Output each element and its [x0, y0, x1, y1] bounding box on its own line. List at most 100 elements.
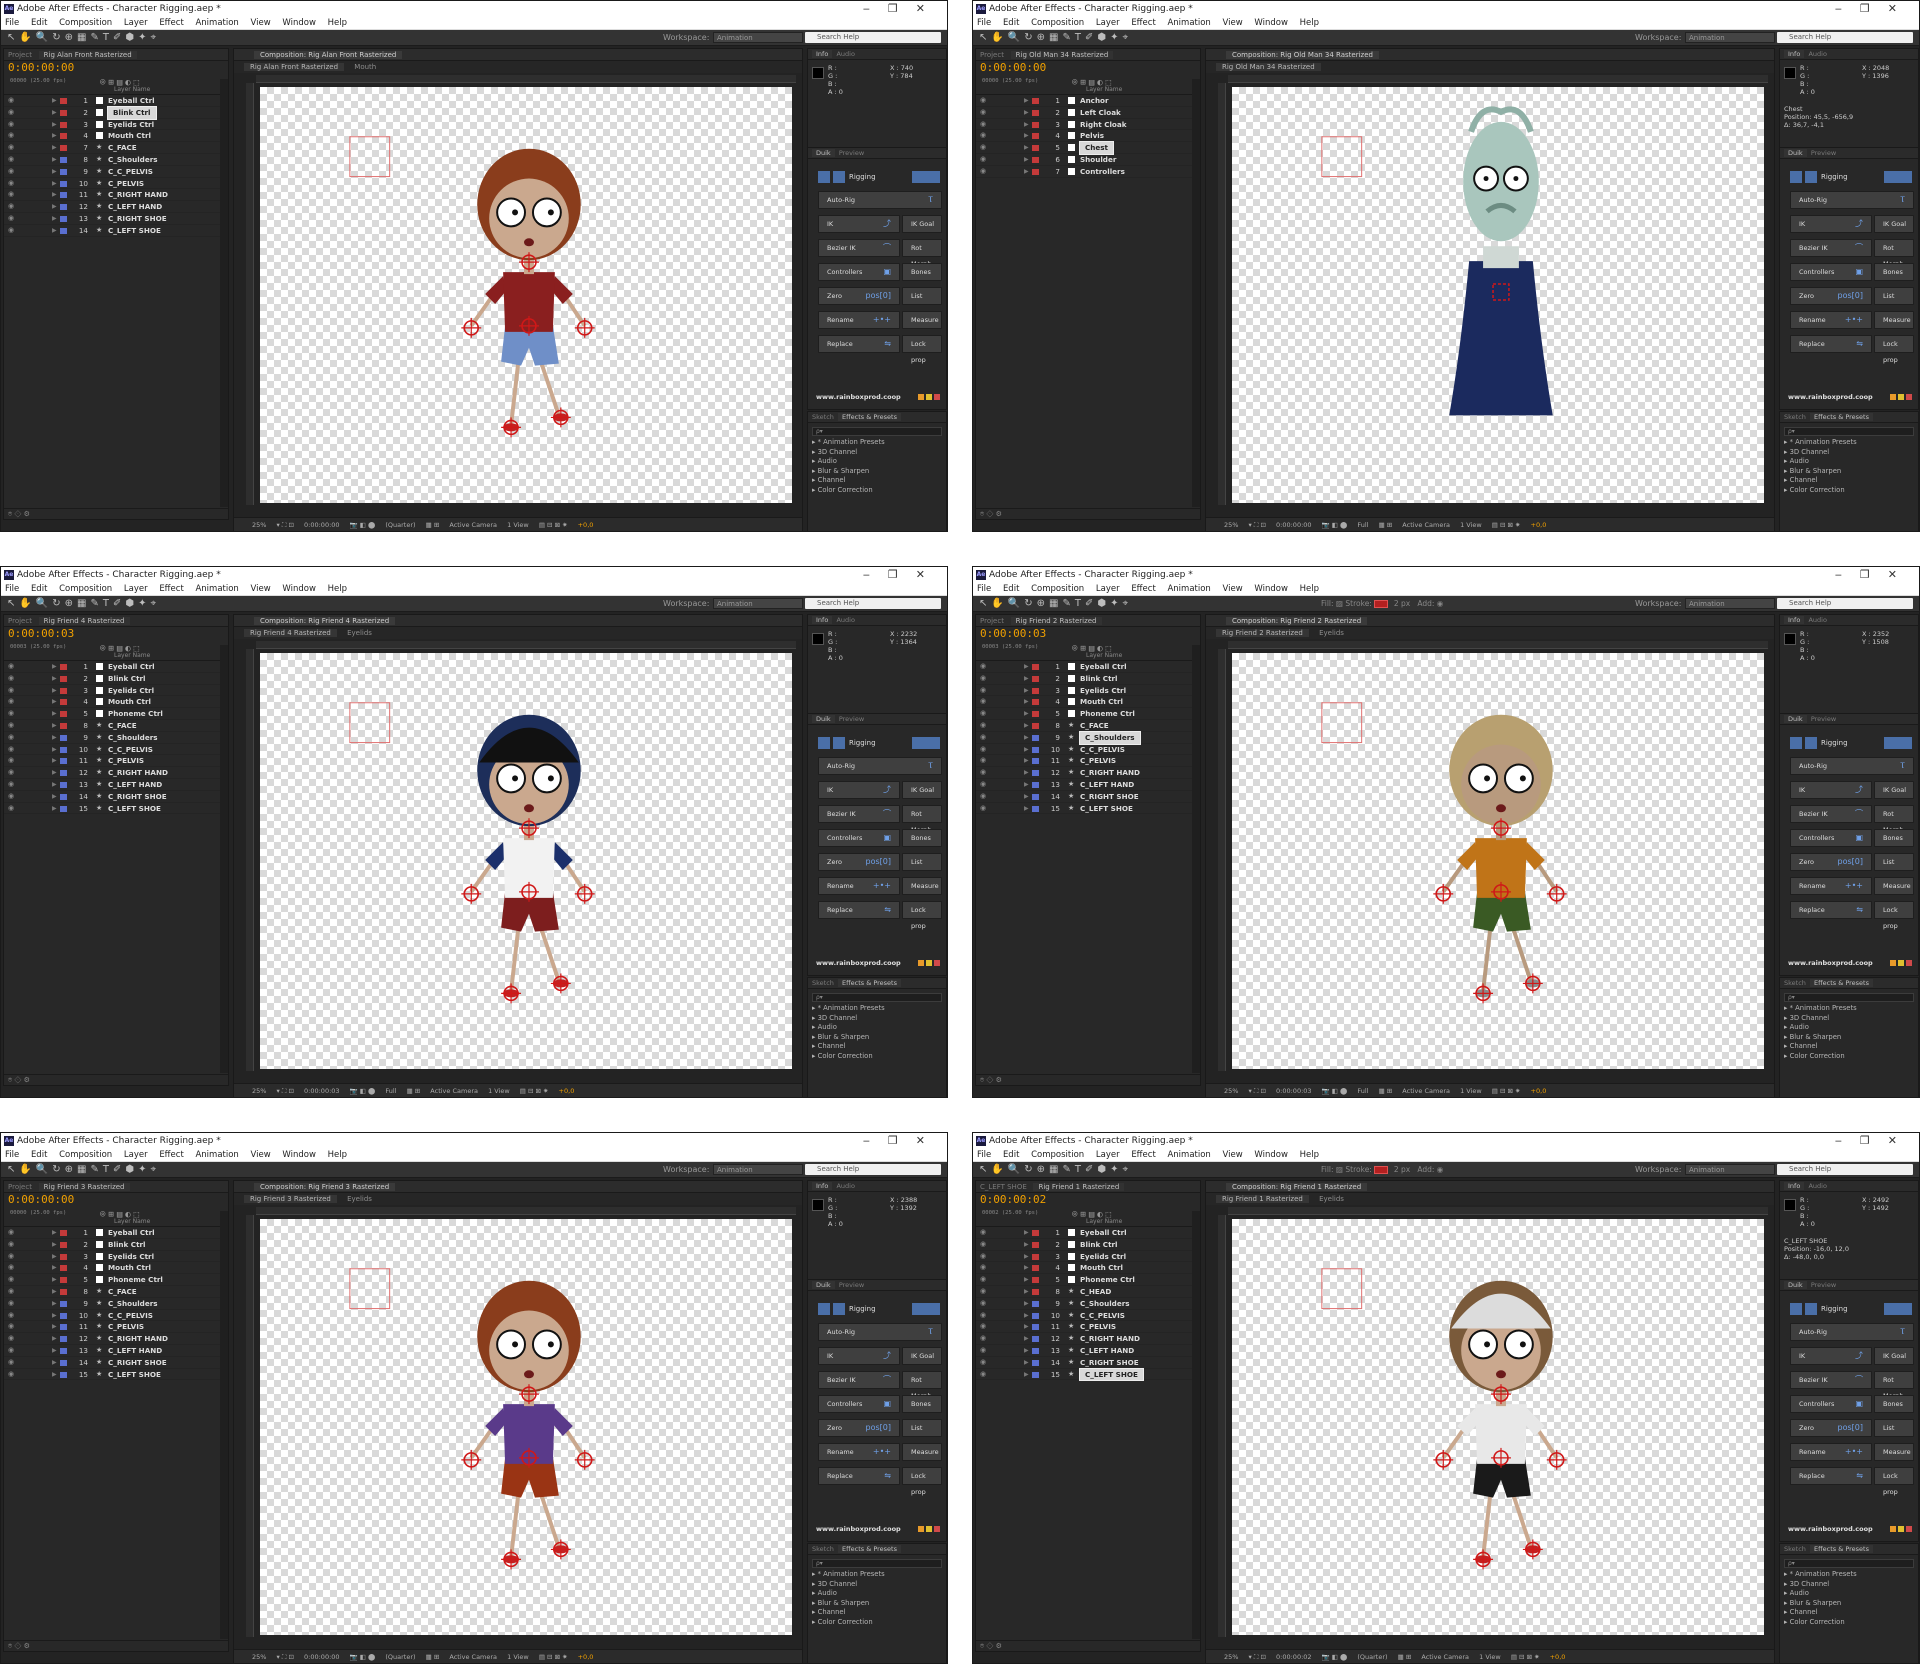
- layer-name[interactable]: C_LEFT HAND: [108, 1345, 162, 1357]
- expand-arrow-icon[interactable]: ▶: [52, 1345, 57, 1357]
- layer-name[interactable]: C_RIGHT HAND: [108, 1333, 168, 1345]
- effects-category[interactable]: ▸ 3D Channel: [1780, 448, 1918, 458]
- effects-category[interactable]: ▸ Audio: [808, 1023, 946, 1033]
- menu-composition[interactable]: Composition: [1031, 584, 1084, 594]
- layer-row[interactable]: ◉ ▶ 13 ★ C_LEFT HAND: [976, 779, 1200, 791]
- subtab-composition[interactable]: Rig Old Man 34 Rasterized: [1216, 63, 1321, 71]
- stroke-swatch[interactable]: [1373, 1166, 1388, 1174]
- expand-arrow-icon[interactable]: ▶: [52, 696, 57, 708]
- expand-arrow-icon[interactable]: ▶: [52, 755, 57, 767]
- expand-arrow-icon[interactable]: ▶: [1024, 1227, 1029, 1239]
- tab-duik[interactable]: Duik: [812, 149, 835, 157]
- expand-arrow-icon[interactable]: ▶: [52, 1251, 57, 1263]
- duik-zero-button[interactable]: Zero pos[0]: [1790, 853, 1872, 871]
- menu-help[interactable]: Help: [328, 18, 347, 28]
- expand-arrow-icon[interactable]: ▶: [1024, 1345, 1029, 1357]
- duik-home-button[interactable]: [833, 737, 845, 749]
- menu-layer[interactable]: Layer: [1096, 18, 1120, 28]
- duik-ik-button[interactable]: IK ⤴: [818, 781, 900, 799]
- duik-bezier-ik-button[interactable]: Bezier IK ⌒: [1790, 1371, 1872, 1389]
- label-color[interactable]: [1032, 1277, 1039, 1284]
- layer-name[interactable]: C_LEFT SHOE: [1080, 803, 1133, 815]
- duik-auto-rig-button[interactable]: Auto-Rig Ⲧ: [1790, 1323, 1914, 1341]
- expand-arrow-icon[interactable]: ▶: [1024, 767, 1029, 779]
- expand-arrow-icon[interactable]: ▶: [1024, 1274, 1029, 1286]
- layer-name[interactable]: C_LEFT HAND: [1080, 1345, 1134, 1357]
- visibility-eye-icon[interactable]: ◉: [980, 1251, 986, 1263]
- character-svg[interactable]: [1232, 1219, 1764, 1635]
- visibility-eye-icon[interactable]: ◉: [8, 696, 14, 708]
- tab-sketch[interactable]: Sketch: [812, 413, 834, 421]
- label-color[interactable]: [1032, 98, 1039, 104]
- tab-timeline[interactable]: Rig Alan Front Rasterized: [38, 51, 137, 59]
- rainbox-site-link[interactable]: www.rainboxprod.coop: [1788, 959, 1873, 967]
- duik-back-button[interactable]: [1790, 737, 1802, 749]
- tab-sketch[interactable]: Sketch: [812, 1545, 834, 1553]
- duik-ik-button[interactable]: IK ⤴: [1790, 215, 1872, 233]
- visibility-eye-icon[interactable]: ◉: [980, 166, 986, 178]
- window-controls[interactable]: ‒❐✕: [863, 1, 943, 17]
- left-hand-controller[interactable]: [461, 317, 482, 338]
- layer-name[interactable]: C_PELVIS: [108, 178, 144, 190]
- visibility-eye-icon[interactable]: ◉: [980, 803, 986, 815]
- layer-row[interactable]: ◉ ▶ 2 Left Cloak: [976, 107, 1200, 119]
- duik-bones-button[interactable]: Bones: [1874, 1395, 1914, 1413]
- tab-preview[interactable]: Preview: [839, 715, 864, 723]
- effects-category[interactable]: ▸ Blur & Sharpen: [808, 467, 946, 477]
- visibility-eye-icon[interactable]: ◉: [980, 142, 986, 154]
- layer-name[interactable]: C_RIGHT SHOE: [1080, 1357, 1139, 1369]
- subtab-layer[interactable]: Eyelids: [1319, 1195, 1344, 1203]
- visibility-eye-icon[interactable]: ◉: [8, 744, 14, 756]
- duik-home-button[interactable]: [1805, 1303, 1817, 1315]
- layer-name[interactable]: C_Shoulders: [108, 732, 158, 744]
- tab-project[interactable]: Project: [8, 617, 32, 625]
- duik-ik-goal-button[interactable]: IK Goal: [1874, 215, 1914, 233]
- layer-row[interactable]: ◉ ▶ 11 ★ C_PELVIS: [976, 1321, 1200, 1334]
- region-icons[interactable]: ▦ ⊞: [1379, 521, 1393, 529]
- window-controls[interactable]: ‒❐✕: [863, 567, 943, 583]
- layer-row[interactable]: ◉ ▶ 10 ★ C_C_PELVIS: [4, 1310, 228, 1322]
- character-svg[interactable]: [260, 653, 792, 1069]
- layer-row[interactable]: ◉ ▶ 3 Eyelids Ctrl: [976, 685, 1200, 697]
- visibility-eye-icon[interactable]: ◉: [8, 130, 14, 142]
- tab-duik[interactable]: Duik: [812, 715, 835, 723]
- duik-rename-button[interactable]: Rename +•+: [1790, 877, 1872, 895]
- effects-category[interactable]: ▸ * Animation Presets: [808, 1004, 946, 1014]
- expand-arrow-icon[interactable]: ▶: [52, 1298, 57, 1310]
- menu-view[interactable]: View: [251, 584, 271, 594]
- expand-arrow-icon[interactable]: ▶: [52, 119, 57, 131]
- workspace-select[interactable]: Animation: [1685, 598, 1775, 609]
- layer-name[interactable]: C_RIGHT SHOE: [1080, 791, 1139, 803]
- menu-file[interactable]: File: [977, 584, 991, 594]
- duik-replace-button[interactable]: Replace ⇋: [1790, 335, 1872, 353]
- expand-arrow-icon[interactable]: ▶: [52, 142, 57, 154]
- effects-category[interactable]: ▸ * Animation Presets: [808, 438, 946, 448]
- duik-auto-rig-button[interactable]: Auto-Rig Ⲧ: [818, 1323, 942, 1341]
- close-icon[interactable]: ✕: [1888, 568, 1915, 581]
- zoom-level[interactable]: 25%: [252, 1087, 266, 1095]
- menu-animation[interactable]: Animation: [1167, 1150, 1210, 1160]
- duik-lock-prop-button[interactable]: Lock prop: [1874, 901, 1914, 930]
- visibility-eye-icon[interactable]: ◉: [980, 1369, 986, 1381]
- layer-row[interactable]: ◉ ▶ 13 ★ C_LEFT HAND: [4, 1345, 228, 1357]
- current-timecode[interactable]: 0:00:00:03 00003 (25.00 fps) ⌾⊞▤◐⬚: [4, 627, 228, 654]
- layer-name[interactable]: C_RIGHT SHOE: [108, 1357, 167, 1369]
- tab-effects-presets[interactable]: Effects & Presets: [1810, 979, 1873, 987]
- composition-tab[interactable]: Composition: Rig Old Man 34 Rasterized: [1226, 51, 1379, 59]
- subtab-composition[interactable]: Rig Friend 4 Rasterized: [244, 629, 337, 637]
- menu-edit[interactable]: Edit: [31, 18, 47, 28]
- duik-bezier-ik-button[interactable]: Bezier IK ⌒: [1790, 239, 1872, 257]
- region-icons[interactable]: ▦ ⊞: [1398, 1653, 1412, 1661]
- minimize-icon[interactable]: ‒: [863, 1134, 888, 1147]
- menu-help[interactable]: Help: [328, 1150, 347, 1160]
- visibility-eye-icon[interactable]: ◉: [980, 696, 986, 708]
- layer-name[interactable]: C_LEFT SHOE: [1079, 1367, 1144, 1382]
- subtab-layer[interactable]: Eyelids: [1319, 629, 1344, 637]
- layer-row[interactable]: ◉ ▶ 4 Mouth Ctrl: [4, 130, 228, 143]
- visibility-eye-icon[interactable]: ◉: [8, 1286, 14, 1298]
- layer-name[interactable]: C_Shoulders: [1079, 730, 1141, 745]
- visibility-eye-icon[interactable]: ◉: [8, 154, 14, 166]
- visibility-eye-icon[interactable]: ◉: [8, 803, 14, 815]
- duik-auto-rig-button[interactable]: Auto-Rig Ⲧ: [1790, 191, 1914, 209]
- tab-project[interactable]: Project: [980, 51, 1004, 59]
